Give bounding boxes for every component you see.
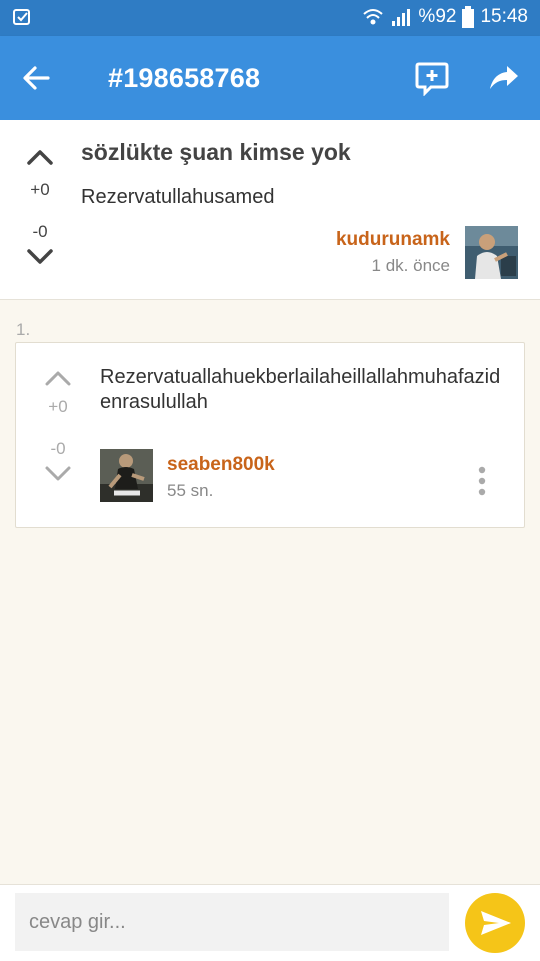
- topic-entry: +0 -0 sözlükte şuan kimse yok Rezervatul…: [0, 120, 540, 300]
- downvote-count: -0: [32, 222, 48, 241]
- upvote-icon[interactable]: [44, 369, 72, 387]
- page-title: #198658768: [108, 63, 261, 93]
- vote-panel: +0 -0: [38, 369, 78, 483]
- upvote-count: +0: [30, 180, 50, 199]
- send-icon: [481, 911, 511, 935]
- more-options-icon[interactable]: [476, 466, 488, 496]
- wifi-icon: [363, 9, 384, 25]
- reply-body: Rezervatuallahuekberlailaheillallahmuhaf…: [100, 366, 501, 413]
- status-bar: %92 15:48: [0, 0, 540, 36]
- notification-icon: [13, 9, 30, 25]
- send-button[interactable]: [465, 893, 525, 953]
- share-icon[interactable]: [488, 62, 520, 94]
- avatar[interactable]: [465, 226, 518, 279]
- app-bar: #198658768: [0, 36, 540, 120]
- topic-title[interactable]: sözlükte şuan kimse yok: [81, 139, 351, 166]
- downvote-icon[interactable]: [26, 248, 54, 266]
- upvote-count: +0: [48, 397, 68, 416]
- downvote-icon[interactable]: [44, 465, 72, 483]
- back-arrow-icon[interactable]: [20, 62, 52, 94]
- battery-percentage: %92: [418, 6, 457, 27]
- reply-input-bar: [0, 884, 540, 961]
- vote-panel: +0 -0: [20, 148, 60, 266]
- new-reply-icon[interactable]: [414, 60, 450, 96]
- clock: 15:48: [480, 6, 528, 27]
- upvote-icon[interactable]: [26, 148, 54, 166]
- signal-icon: [392, 9, 411, 26]
- downvote-count: -0: [50, 439, 66, 458]
- entry-time: 1 dk. önce: [371, 256, 450, 275]
- author-name[interactable]: kudurunamk: [336, 229, 450, 251]
- author-name[interactable]: seaben800k: [167, 454, 275, 476]
- reply-card: +0 -0 Rezervatuallahuekberlailaheillalla…: [15, 342, 525, 528]
- entry-body: Rezervatullahusamed: [81, 186, 275, 208]
- reply-time: 55 sn.: [167, 481, 214, 500]
- battery-icon: [462, 6, 475, 28]
- reply-index: 1.: [16, 320, 31, 339]
- avatar[interactable]: [100, 449, 153, 502]
- reply-input[interactable]: [15, 893, 449, 951]
